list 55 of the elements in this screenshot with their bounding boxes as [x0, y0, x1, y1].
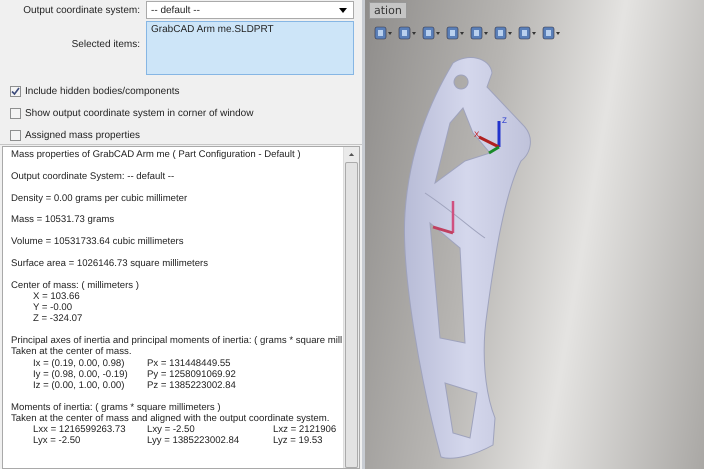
result-value: Pz = 1385223002.84	[147, 380, 237, 392]
field-label: Selected items:	[70, 39, 140, 50]
result-value: Px = 131448449.55	[147, 358, 232, 369]
toolbar-icon[interactable]	[517, 25, 537, 41]
toolbar-icon[interactable]	[469, 25, 489, 41]
toolbar-icon[interactable]	[445, 25, 465, 41]
checkbox[interactable]: Assigned mass properties	[10, 130, 354, 141]
result-line: Principal axes of inertia and principal moments of inertia: ( grams * square mill	[11, 335, 343, 346]
toolbar-icon[interactable]	[541, 25, 561, 41]
toolbar-icon[interactable]	[373, 25, 393, 41]
scrollbar[interactable]	[343, 147, 359, 468]
checkbox-box[interactable]	[10, 108, 21, 119]
result-line: Taken at the center of mass and aligned with the output coordinate system.	[11, 413, 330, 424]
checkbox-label: Show output coordinate system in corner of window	[25, 108, 254, 119]
coordinate-dropdown[interactable]: -- default --	[146, 1, 354, 19]
checkbox[interactable]: Include hidden bodies/components	[10, 86, 354, 97]
result-value: Lxx = 1216599263.73	[33, 424, 127, 436]
checkbox-label: Assigned mass properties	[25, 130, 140, 141]
checkbox-label: Include hidden bodies/components	[25, 86, 180, 97]
toolbar-icon[interactable]	[493, 25, 513, 41]
scrollbar-thumb[interactable]	[345, 162, 358, 468]
field-label: Output coordinate system:	[22, 4, 140, 16]
result-value: Z = -324.07	[33, 313, 84, 325]
checkbox-box[interactable]	[10, 86, 21, 97]
result-line: Output coordinate System: -- default --	[11, 170, 176, 182]
result-value: Lyz = 19.53	[273, 435, 323, 447]
result-value: Y = -0.00	[33, 302, 74, 314]
toolbar-icon[interactable]	[421, 25, 441, 41]
check-icon	[11, 87, 20, 96]
result-value: Lxz = 2121906	[273, 424, 336, 436]
scroll-up-icon[interactable]	[348, 153, 355, 156]
result-value: Lyy = 1385223002.84	[147, 435, 240, 447]
result-line: Moments of inertia: ( grams * square millimeters )	[11, 402, 222, 413]
list-item[interactable]: GrabCAD Arm me.SLDPRT	[151, 24, 349, 35]
result-value: Lyx = -2.50	[33, 435, 82, 447]
selected-items-list[interactable]: GrabCAD Arm me.SLDPRT	[146, 21, 354, 75]
result-value: Iy = (0.98, 0.00, -0.19)	[33, 368, 129, 380]
viewport-tab[interactable]: ation	[369, 2, 407, 19]
caret-icon	[339, 8, 347, 12]
result-value: Lxy = -2.50	[147, 424, 196, 436]
result-line: Mass properties of GrabCAD Arm me ( Part Configuration - Default )	[11, 149, 302, 160]
result-value: X = 103.66	[33, 290, 81, 302]
toolbar-icon[interactable]	[397, 25, 417, 41]
result-value: Iz = (0.00, 1.00, 0.00)	[33, 380, 126, 392]
result-line: Surface area = 1026146.73 square millimeters	[11, 258, 210, 270]
result-line: Taken at the center of mass.	[11, 346, 133, 358]
checkbox-box[interactable]	[10, 130, 21, 141]
checkbox[interactable]: Show output coordinate system in corner of window	[10, 108, 354, 119]
result-line: Center of mass: ( millimeters )	[11, 280, 140, 291]
result-value: Ix = (0.19, 0.00, 0.98)	[33, 358, 126, 369]
3d-viewport[interactable]: ation X Z	[365, 0, 704, 469]
result-value: Py = 1258091069.92	[147, 368, 237, 380]
result-line: Mass = 10531.73 grams	[11, 214, 116, 226]
result-line: Density = 0.00 grams per cubic millimeter	[11, 192, 188, 204]
result-line: Volume = 10531733.64 cubic millimeters	[11, 236, 185, 248]
